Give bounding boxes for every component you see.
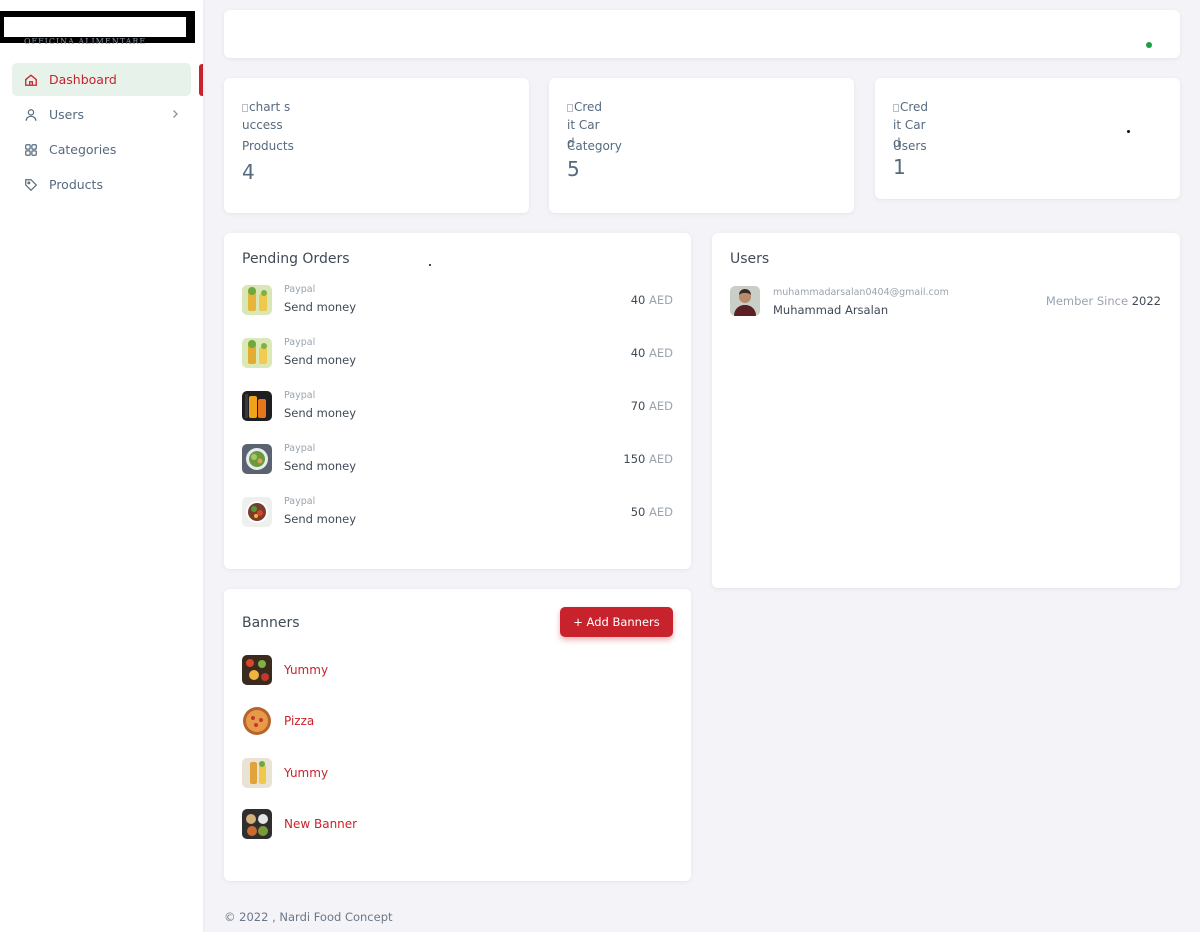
payment-method: Paypal (284, 284, 316, 295)
users-title: Users (730, 251, 770, 267)
footer-copyright: © 2022 , Nardi Food Concept (224, 910, 393, 924)
stat-label: Products (242, 139, 294, 153)
stat-card-users: Credit Card Users 1 (875, 78, 1180, 199)
list-item[interactable]: New Banner (242, 809, 673, 841)
order-desc: Send money (284, 512, 357, 526)
payment-method: Paypal (284, 390, 316, 401)
order-thumbnail (242, 285, 272, 315)
stat-label: Category (567, 139, 622, 153)
user-icon (24, 108, 38, 122)
broken-image-icon: Credit Card (893, 100, 929, 150)
brand-text: OFFICINA ALIMENTARE (24, 37, 147, 46)
sidebar-item-categories[interactable]: Categories (12, 133, 191, 166)
table-row[interactable]: Paypal Send money 40 AED (242, 335, 673, 371)
sidebar-item-label: Users (49, 107, 85, 122)
table-row[interactable]: Paypal Send money 50 AED (242, 494, 673, 530)
order-desc: Send money (284, 406, 357, 420)
pending-orders-card: Pending Orders Paypal Send money 40 AED … (224, 233, 691, 569)
decorative-dot (1127, 130, 1130, 133)
user-name: Muhammad Arsalan (773, 303, 889, 317)
banners-title: Banners (242, 615, 300, 631)
order-thumbnail (242, 391, 272, 421)
order-amount: 150 AED (623, 452, 673, 466)
decorative-dot (429, 264, 431, 266)
stat-label: Users (893, 139, 927, 153)
online-status-dot (1146, 42, 1152, 48)
order-amount: 70 AED (630, 399, 673, 413)
list-item[interactable]: Pizza (242, 706, 673, 738)
sidebar-item-products[interactable]: Products (12, 168, 191, 201)
banners-card: Banners + Add Banners Yummy Pizza Yummy … (224, 589, 691, 881)
order-desc: Send money (284, 300, 357, 314)
table-row[interactable]: Paypal Send money 70 AED (242, 388, 673, 424)
order-amount: 40 AED (630, 346, 673, 360)
banner-name: Pizza (284, 714, 315, 728)
sidebar-item-users[interactable]: Users (12, 98, 191, 131)
tag-icon (24, 178, 38, 192)
banner-thumbnail (242, 655, 272, 685)
table-row[interactable]: Paypal Send money 40 AED (242, 282, 673, 318)
stat-value: 5 (567, 157, 580, 181)
banner-name: Yummy (284, 663, 329, 677)
payment-method: Paypal (284, 337, 316, 348)
add-banners-button[interactable]: + Add Banners (560, 607, 673, 637)
payment-method: Paypal (284, 496, 316, 507)
stat-value: 4 (242, 160, 255, 184)
table-row[interactable]: Paypal Send money 150 AED (242, 441, 673, 477)
payment-method: Paypal (284, 443, 316, 454)
member-since: Member Since 2022 (1045, 294, 1161, 308)
order-desc: Send money (284, 459, 357, 473)
order-amount: 50 AED (630, 505, 673, 519)
sidebar-item-label: Dashboard (49, 72, 117, 87)
order-thumbnail (242, 497, 272, 527)
banner-thumbnail (242, 809, 272, 839)
sidebar-item-label: Products (49, 177, 103, 192)
list-item[interactable]: muhammadarsalan0404@gmail.com Muhammad A… (730, 285, 1161, 317)
chevron-right-icon (173, 110, 178, 118)
order-thumbnail (242, 338, 272, 368)
pending-orders-title: Pending Orders (242, 251, 350, 267)
top-navbar (224, 10, 1180, 58)
list-item[interactable]: Yummy (242, 758, 673, 790)
banner-name: New Banner (284, 817, 358, 831)
sidebar: OFFICINA ALIMENTARE Dashboard Users Cate… (0, 0, 203, 932)
order-thumbnail (242, 444, 272, 474)
active-indicator (199, 64, 203, 96)
broken-image-icon: Credit Card (567, 100, 603, 150)
grid-icon (24, 143, 38, 157)
user-email: muhammadarsalan0404@gmail.com (773, 287, 949, 298)
banner-name: Yummy (284, 766, 329, 780)
sidebar-nav: Dashboard Users Categories Products (12, 63, 191, 203)
list-item[interactable]: Yummy (242, 655, 673, 687)
stat-value: 1 (893, 155, 906, 179)
avatar (730, 286, 760, 316)
sidebar-item-label: Categories (49, 142, 117, 157)
broken-image-icon: chart success (242, 100, 291, 132)
users-card: Users muhammadarsalan0404@gmail.com Muha… (712, 233, 1180, 588)
order-amount: 40 AED (630, 293, 673, 307)
stat-card-products: chart success Products 4 (224, 78, 529, 213)
stat-card-category: Credit Card Category 5 (549, 78, 854, 213)
home-icon (24, 73, 38, 87)
banner-thumbnail (242, 706, 272, 736)
banner-thumbnail (242, 758, 272, 788)
sidebar-item-dashboard[interactable]: Dashboard (12, 63, 191, 96)
order-desc: Send money (284, 353, 357, 367)
